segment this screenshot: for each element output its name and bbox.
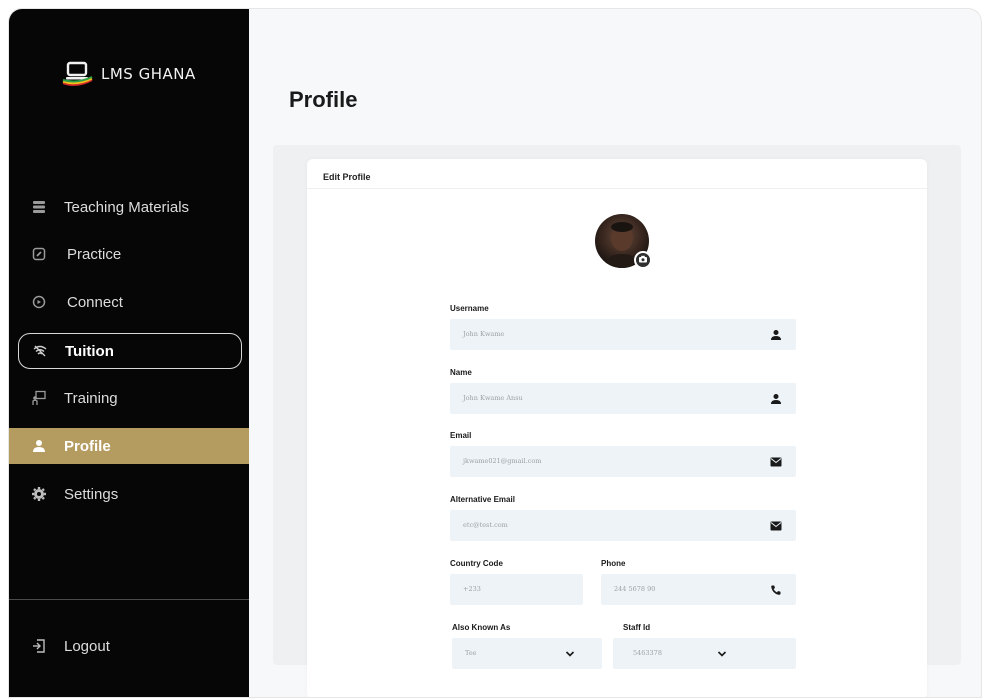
chevron-down-icon	[563, 647, 576, 660]
staff-id-label: Staff Id	[623, 623, 651, 632]
training-icon	[31, 390, 47, 406]
sidebar: LMS GHANA Teaching Materials Practice Co…	[9, 9, 249, 697]
sidebar-item-label: Practice	[67, 245, 122, 263]
mail-icon	[769, 519, 782, 532]
chevron-down-icon	[715, 647, 728, 660]
country-code-label: Country Code	[450, 559, 503, 568]
sidebar-item-label: Settings	[64, 485, 119, 503]
alt-email-value: etc@test.com	[463, 521, 508, 529]
logout-icon	[31, 638, 47, 654]
sidebar-item-label: Tuition	[65, 342, 114, 360]
country-code-field[interactable]: +233	[450, 574, 583, 605]
username-label: Username	[450, 304, 489, 313]
user-icon	[769, 392, 782, 405]
brand-name: LMS GHANA	[101, 65, 196, 83]
wifi-icon	[32, 343, 48, 359]
change-photo-button[interactable]	[634, 251, 652, 269]
email-field[interactable]: jkwame021@gmail.com	[450, 446, 796, 477]
staff-id-select[interactable]: 5463378	[613, 638, 796, 669]
page-title: Profile	[289, 87, 358, 112]
app-window: LMS GHANA Teaching Materials Practice Co…	[8, 8, 982, 698]
phone-label: Phone	[601, 559, 626, 568]
sidebar-item-connect[interactable]: Connect	[9, 284, 249, 320]
sidebar-item-label: Teaching Materials	[64, 198, 190, 216]
username-value: John Kwame	[463, 330, 505, 338]
chat-icon	[31, 294, 47, 310]
alt-email-field[interactable]: etc@test.com	[450, 510, 796, 541]
card-title: Edit Profile	[323, 172, 371, 182]
country-code-value: +233	[463, 585, 481, 593]
also-known-as-label: Also Known As	[452, 623, 511, 632]
edit-profile-card: Edit Profile Username John Kwame Name Jo…	[307, 159, 927, 697]
user-icon	[769, 328, 782, 341]
mail-icon	[769, 455, 782, 468]
sidebar-item-label: Connect	[67, 293, 123, 311]
card-header: Edit Profile	[307, 159, 927, 189]
sidebar-item-training[interactable]: Training	[9, 380, 249, 416]
name-field[interactable]: John Kwame Ansu	[450, 383, 796, 414]
sidebar-item-settings[interactable]: Settings	[9, 476, 249, 512]
sidebar-item-label: Training	[64, 389, 118, 407]
user-icon	[31, 438, 47, 454]
phone-field[interactable]: 244 5678 90	[601, 574, 796, 605]
also-known-as-value: Tee	[465, 649, 477, 657]
laptop-logo-icon	[61, 61, 95, 87]
layers-icon	[31, 199, 47, 215]
edit-icon	[31, 246, 47, 262]
phone-value: 244 5678 90	[614, 585, 656, 593]
camera-icon	[638, 251, 648, 269]
main-content: Profile Edit Profile Username John Kwame…	[249, 9, 981, 697]
name-value: John Kwame Ansu	[463, 394, 523, 402]
phone-icon	[769, 583, 782, 596]
email-label: Email	[450, 431, 472, 440]
logout-label: Logout	[64, 637, 110, 655]
gear-icon	[31, 486, 47, 502]
sidebar-item-tuition[interactable]: Tuition	[18, 333, 242, 369]
also-known-as-select[interactable]: Tee	[452, 638, 602, 669]
staff-id-value: 5463378	[633, 649, 662, 657]
logout-button[interactable]: Logout	[9, 629, 249, 663]
username-field[interactable]: John Kwame	[450, 319, 796, 350]
sidebar-item-practice[interactable]: Practice	[9, 236, 249, 272]
sidebar-item-profile[interactable]: Profile	[9, 428, 249, 464]
sidebar-item-teaching-materials[interactable]: Teaching Materials	[9, 189, 249, 225]
sidebar-divider	[9, 599, 249, 600]
alt-email-label: Alternative Email	[450, 495, 515, 504]
sidebar-item-label: Profile	[64, 437, 111, 455]
name-label: Name	[450, 368, 472, 377]
email-value: jkwame021@gmail.com	[463, 457, 542, 465]
brand-logo[interactable]: LMS GHANA	[61, 61, 196, 87]
